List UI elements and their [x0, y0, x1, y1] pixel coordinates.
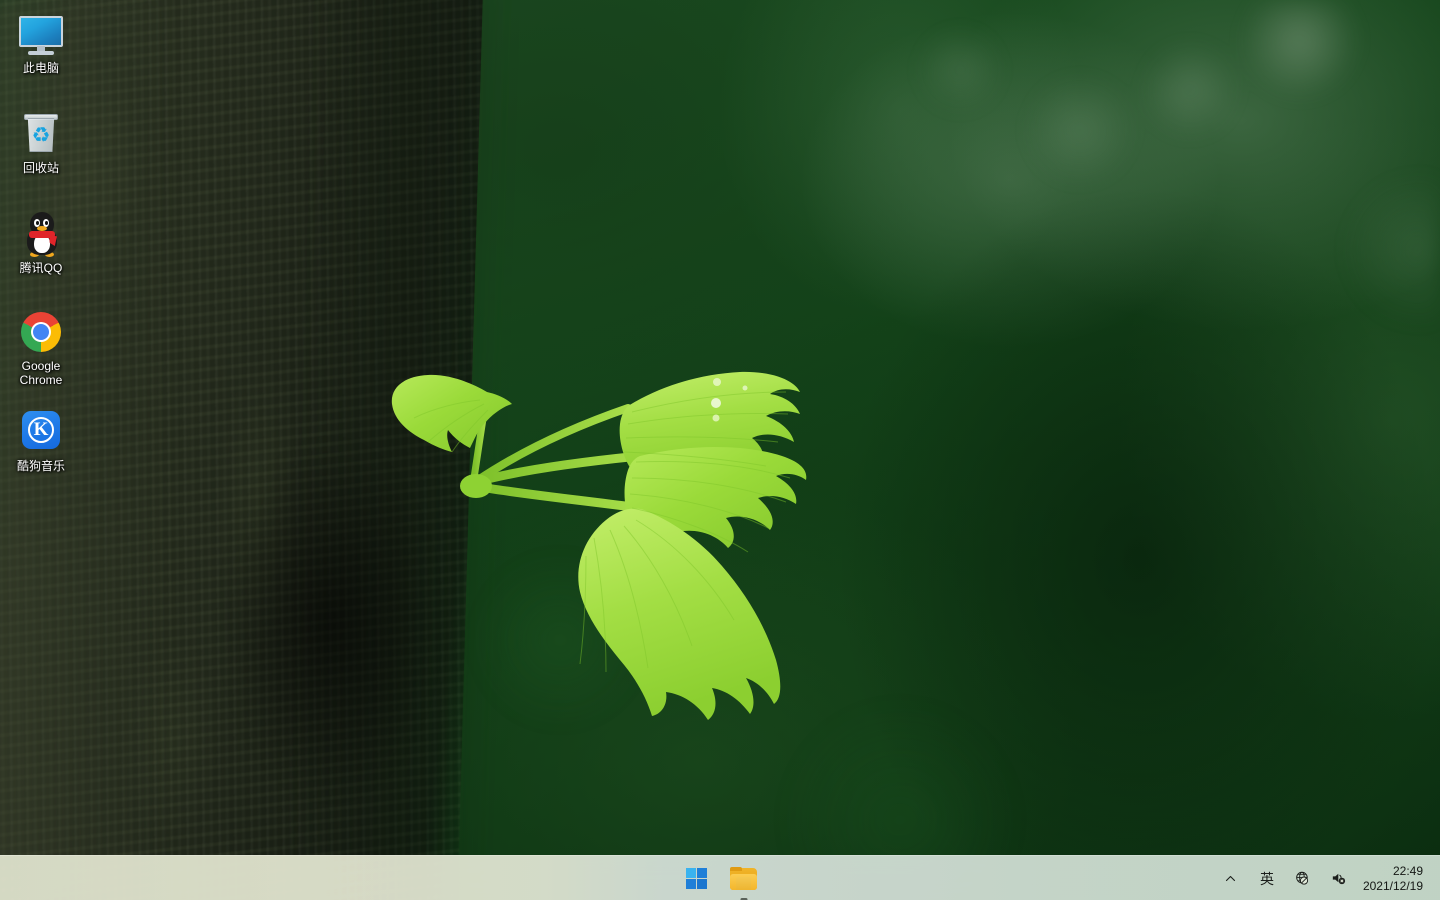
desktop-icon-list: 此电脑 ♻ 回收站 腾讯QQ Google Chrome K 酷狗音乐 [0, 0, 92, 476]
taskbar[interactable]: 英 22:49 2021/12/19 [0, 855, 1440, 900]
desktop-icon-kugou-music[interactable]: K 酷狗音乐 [2, 404, 80, 476]
input-method-indicator[interactable]: 英 [1249, 859, 1285, 899]
folder-icon [730, 866, 758, 891]
desktop-icon-label: 此电脑 [22, 61, 59, 75]
chevron-up-icon [1226, 875, 1236, 882]
desktop[interactable]: 此电脑 ♻ 回收站 腾讯QQ Google Chrome K 酷狗音乐 英 22… [0, 0, 1440, 900]
recycle-bin-icon: ♻ [17, 110, 65, 158]
desktop-wallpaper [0, 0, 1440, 900]
desktop-icon-label: 回收站 [22, 161, 59, 175]
desktop-icon-label: 腾讯QQ [19, 261, 63, 275]
clock-time: 22:49 [1392, 863, 1423, 878]
desktop-icon-label: 酷狗音乐 [16, 459, 65, 473]
file-explorer-button[interactable] [722, 859, 766, 900]
network-status-button[interactable] [1285, 859, 1321, 899]
desktop-icon-label: Google Chrome [19, 359, 63, 387]
desktop-icon-recycle-bin[interactable]: ♻ 回收站 [2, 106, 80, 178]
kugou-music-icon: K [17, 408, 65, 456]
globe-disconnected-icon [1296, 871, 1309, 885]
desktop-icon-this-pc[interactable]: 此电脑 [2, 6, 80, 78]
desktop-icon-google-chrome[interactable]: Google Chrome [2, 304, 80, 390]
qq-penguin-icon [17, 210, 65, 258]
clock-date: 2021/12/19 [1362, 878, 1423, 893]
ginkgo-plant [391, 371, 807, 720]
volume-button[interactable] [1321, 859, 1357, 899]
show-hidden-icons-button[interactable] [1213, 859, 1249, 899]
chrome-icon [17, 308, 65, 356]
ginkgo-leaf-upper-left [391, 374, 512, 452]
clock[interactable]: 22:49 2021/12/19 [1357, 859, 1431, 899]
system-tray: 英 22:49 2021/12/19 [1213, 856, 1440, 900]
desktop-icon-tencent-qq[interactable]: 腾讯QQ [2, 206, 80, 278]
monitor-icon [17, 10, 65, 58]
start-button[interactable] [674, 859, 718, 899]
speaker-muted-icon [1333, 873, 1346, 885]
windows-logo-icon [685, 868, 707, 889]
